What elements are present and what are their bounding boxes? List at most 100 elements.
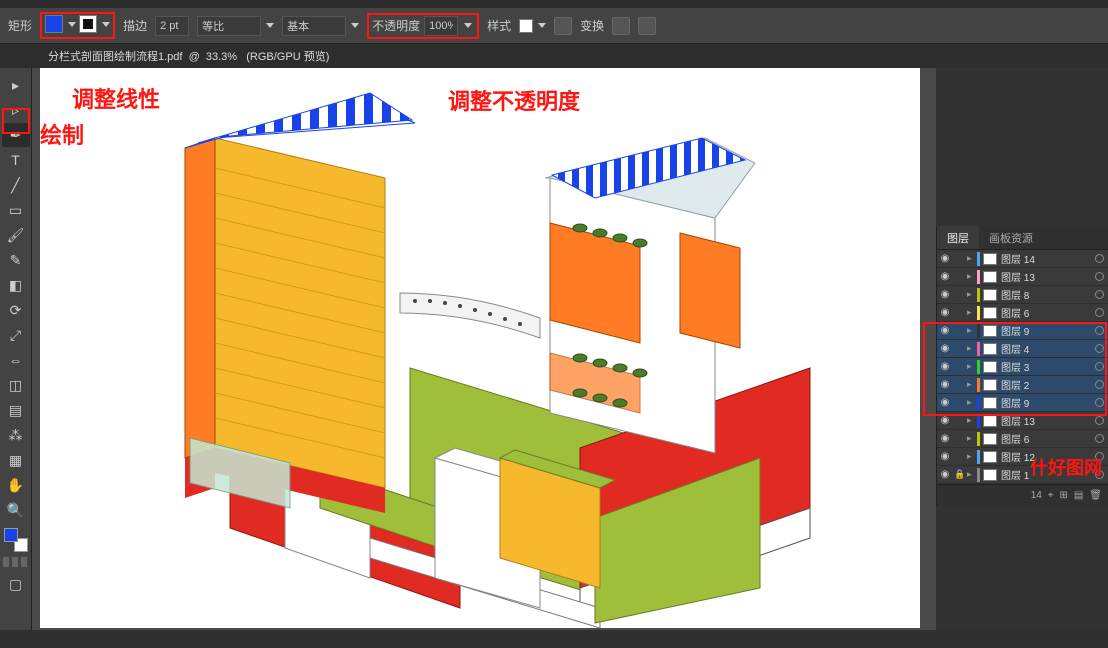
chevron-down-icon [538,23,546,28]
align-icon[interactable] [554,17,572,35]
visibility-toggle[interactable]: ◉ [937,307,953,318]
expand-arrow-icon[interactable]: ▸ [967,253,977,264]
rotate-tool[interactable]: ⟳ [2,298,30,322]
width-tool[interactable]: ⇔ [2,348,30,372]
annotation-opacity: 调整不透明度 [448,84,580,116]
watermark: 什好图网 [1030,454,1102,480]
trash-icon[interactable]: 🗑 [1089,490,1102,501]
layer-row[interactable]: ◉ ▸ 图层 6 [937,304,1108,322]
draw-mode-toggle[interactable] [2,556,29,568]
highlight-layers [923,322,1107,416]
paintbrush-tool[interactable]: 🖌 [2,223,30,247]
expand-arrow-icon[interactable]: ▸ [967,433,977,444]
status-bar [0,630,1108,648]
visibility-toggle[interactable]: ◉ [937,415,953,426]
fill-color-icon [45,15,63,33]
shape-builder-tool[interactable]: ◫ [2,373,30,397]
layer-thumb [983,271,997,283]
fg-swatch-icon [4,528,18,542]
annotation-draw: 绘制 [40,118,84,150]
fill-stroke-toggle[interactable] [4,528,28,552]
layer-thumb [983,469,997,481]
doc-zoom: 33.3% [206,51,237,63]
highlight-opacity: 不透明度 [367,13,479,39]
layer-name: 图层 6 [1001,305,1095,320]
chevron-down-icon [464,23,472,28]
expand-arrow-icon[interactable]: ▸ [967,271,977,282]
layer-thumb [983,433,997,445]
layer-thumb [983,451,997,463]
layer-color-chip [977,252,980,266]
highlight-pentool [2,108,30,134]
shape-mode-icon[interactable] [638,17,656,35]
layer-color-chip [977,432,980,446]
canvas[interactable] [32,68,936,630]
expand-arrow-icon[interactable]: ▸ [967,451,977,462]
layer-thumb [983,253,997,265]
tool-panel: ▸ ▹ ✒ T ╱ ▭ 🖌 ✎ ◧ ⟳ ⤢ ⇔ ◫ ▤ ⁂ ▦ ✋ 🔍 ▢ [0,68,32,630]
control-bar: 矩形 描边 不透明度 样式 变换 [0,8,1108,44]
graphic-style[interactable] [519,19,546,33]
layer-row[interactable]: ◉▸图层 13 [937,268,1108,286]
isolate-icon[interactable] [612,17,630,35]
zoom-tool[interactable]: 🔍 [2,498,30,522]
scale-tool[interactable]: ⤢ [2,323,30,347]
layer-row[interactable]: ◉▸图层 14 [937,250,1108,268]
target-ring-icon[interactable] [1095,308,1104,317]
pencil-tool[interactable]: ✎ [2,248,30,272]
expand-arrow-icon[interactable]: ▸ [967,307,977,318]
chevron-down-icon [68,22,76,27]
target-ring-icon[interactable] [1095,290,1104,299]
new-layer-icon[interactable]: ▤ [1074,490,1083,501]
style-swatch-icon [519,19,533,33]
brush-def-select[interactable] [282,16,359,36]
layer-name: 图层 8 [1001,287,1095,302]
gradient-tool[interactable]: ▤ [2,398,30,422]
type-tool[interactable]: T [2,148,30,172]
opacity-input[interactable] [424,16,458,36]
stroke-label: 描边 [123,17,147,34]
target-ring-icon[interactable] [1095,434,1104,443]
layer-color-chip [977,288,980,302]
screen-mode[interactable]: ▢ [2,572,30,596]
document-tab[interactable]: 分栏式剖面图绘制流程1.pdf @ 33.3% (RGB/GPU 预览) [38,44,339,68]
document-tabs: 分栏式剖面图绘制流程1.pdf @ 33.3% (RGB/GPU 预览) [0,44,1108,68]
selection-tool[interactable]: ▸ [2,73,30,97]
visibility-toggle[interactable]: ◉ [937,271,953,282]
artboard-tool[interactable]: ▦ [2,448,30,472]
tab-assets[interactable]: 画板资源 [979,226,1043,249]
visibility-toggle[interactable]: ◉ [937,289,953,300]
highlight-fillstroke [40,12,115,39]
visibility-toggle[interactable]: ◉ [937,451,953,462]
layer-row[interactable]: ◉ ▸ 图层 8 [937,286,1108,304]
stroke-width-input[interactable] [155,16,189,36]
expand-arrow-icon[interactable]: ▸ [967,289,977,300]
expand-arrow-icon[interactable]: ▸ [967,415,977,426]
fill-swatch[interactable] [45,15,76,33]
visibility-toggle[interactable]: ◉ [937,469,953,480]
layer-count: 14 [1031,490,1042,501]
layer-row[interactable]: ◉▸图层 6 [937,430,1108,448]
lock-toggle[interactable]: 🔒 [953,469,967,480]
line-tool[interactable]: ╱ [2,173,30,197]
new-sublayer-icon[interactable]: ⊞ [1059,490,1067,501]
target-ring-icon[interactable] [1095,272,1104,281]
doc-colormode: (RGB/GPU 预览) [246,51,329,63]
hand-tool[interactable]: ✋ [2,473,30,497]
chevron-down-icon [266,23,274,28]
eraser-tool[interactable]: ◧ [2,273,30,297]
target-ring-icon[interactable] [1095,254,1104,263]
layers-footer: 14 ⌖ ⊞ ▤ 🗑 [937,484,1108,506]
visibility-toggle[interactable]: ◉ [937,253,953,264]
eyedropper-tool[interactable]: ⁂ [2,423,30,447]
right-dock: 图层 画板资源 ◉▸图层 14◉▸图层 13◉▸图层 8◉▸图层 6◉▸图层 9… [936,226,1108,506]
tab-layers[interactable]: 图层 [937,226,979,249]
stroke-swatch[interactable] [79,15,110,33]
visibility-toggle[interactable]: ◉ [937,433,953,444]
stroke-profile-select[interactable] [197,16,274,36]
locate-icon[interactable]: ⌖ [1048,490,1054,501]
expand-arrow-icon[interactable]: ▸ [967,469,977,480]
layer-color-chip [977,270,980,284]
rectangle-tool[interactable]: ▭ [2,198,30,222]
target-ring-icon[interactable] [1095,416,1104,425]
